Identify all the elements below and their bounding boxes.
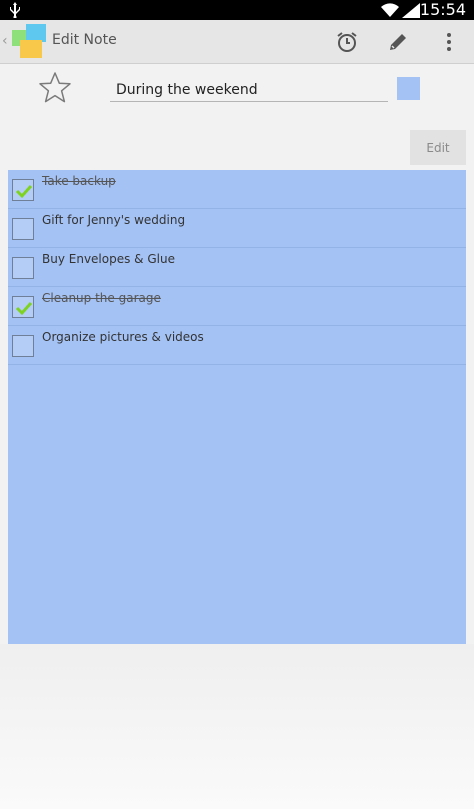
app-icon[interactable] (12, 24, 48, 60)
note-title-input[interactable] (110, 78, 388, 102)
screen-title: Edit Note (52, 32, 117, 48)
list-item[interactable]: Cleanup the garage (8, 287, 466, 326)
checkbox[interactable] (12, 335, 34, 357)
wifi-icon (381, 3, 399, 18)
bottom-area (0, 644, 474, 809)
list-item[interactable]: Take backup (8, 170, 466, 209)
checkmark-icon (15, 184, 33, 199)
list-item-text: Gift for Jenny's wedding (42, 213, 186, 227)
list-item-text: Take backup (42, 174, 116, 188)
usb-icon (10, 2, 20, 18)
checkbox[interactable] (12, 257, 34, 279)
up-caret-icon[interactable]: ‹ (2, 33, 8, 49)
list-item-text: Buy Envelopes & Glue (42, 252, 175, 266)
signal-icon (402, 3, 420, 18)
note-color-swatch[interactable] (397, 77, 420, 100)
status-time: 15:54 (419, 0, 466, 19)
checklist-panel: Take backup Gift for Jenny's wedding Buy… (8, 170, 466, 644)
checkbox[interactable] (12, 218, 34, 240)
action-bar: ‹ Edit Note (0, 20, 474, 64)
list-item[interactable]: Gift for Jenny's wedding (8, 209, 466, 248)
overflow-menu-icon[interactable] (437, 30, 461, 54)
star-icon[interactable] (38, 71, 72, 105)
list-item-text: Organize pictures & videos (42, 330, 204, 344)
alarm-icon[interactable] (335, 30, 359, 54)
checkmark-icon (15, 301, 33, 316)
pencil-icon[interactable] (386, 30, 410, 54)
list-item-text: Cleanup the garage (42, 291, 161, 305)
edit-button[interactable]: Edit (410, 130, 466, 165)
status-bar: 15:54 (0, 0, 474, 20)
list-item[interactable]: Buy Envelopes & Glue (8, 248, 466, 287)
checkbox[interactable] (12, 296, 34, 318)
checkbox[interactable] (12, 179, 34, 201)
list-item[interactable]: Organize pictures & videos (8, 326, 466, 365)
